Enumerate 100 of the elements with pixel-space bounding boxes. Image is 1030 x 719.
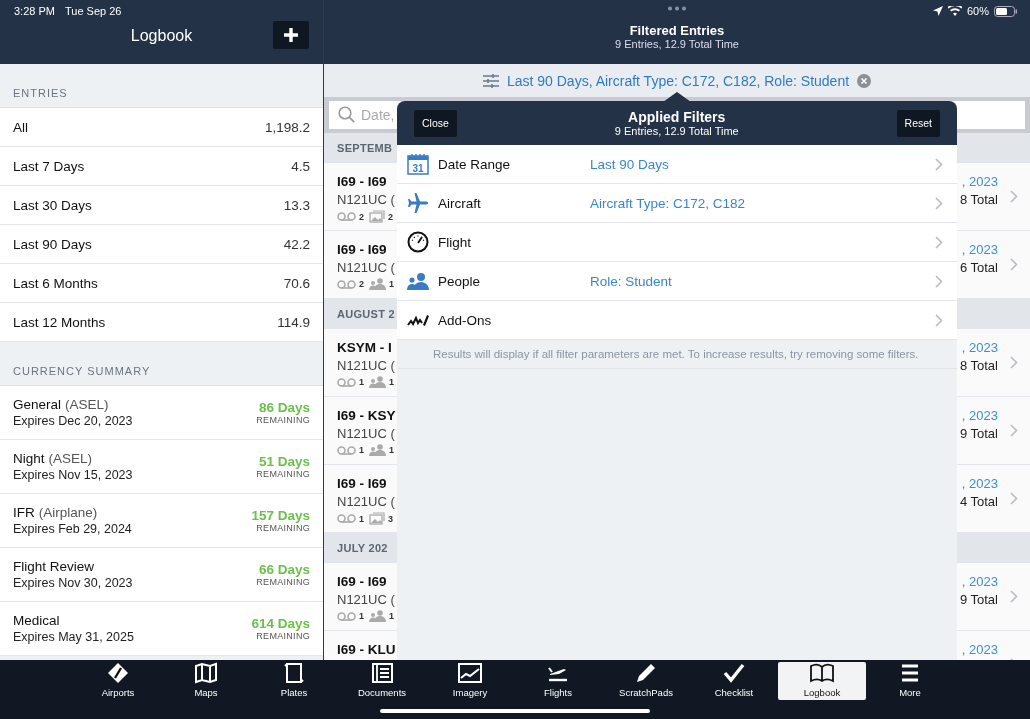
chevron-right-icon [1010, 424, 1018, 437]
days-remaining: 157 Days [251, 508, 310, 523]
chevron-right-icon [935, 235, 943, 249]
filter-row[interactable]: Add-Ons [397, 301, 957, 340]
clear-icon[interactable] [857, 73, 872, 88]
badge-count: 1 [359, 445, 364, 455]
tape-icon [337, 212, 356, 221]
remaining-label: REMAINING [256, 469, 310, 479]
entry-date: , 2023 [961, 174, 998, 189]
entries-row[interactable]: All 1,198.2 [0, 108, 323, 147]
currency-expiry: Expires May 31, 2025 [13, 630, 134, 644]
days-remaining: 66 Days [258, 562, 310, 577]
wifi-icon [947, 6, 962, 16]
entry-total: 9 Total [959, 426, 998, 441]
people-icon [369, 444, 386, 456]
filter-row[interactable]: Flight [397, 223, 957, 262]
entries-row[interactable]: Last 6 Months 70.6 [0, 264, 323, 303]
badge-count: 1 [389, 611, 395, 621]
multitask-dots-icon[interactable] [667, 5, 687, 11]
entries-row[interactable]: Last 7 Days 4.5 [0, 147, 323, 186]
tape-icon [337, 514, 356, 523]
map-icon [193, 662, 219, 684]
chevron-right-icon [935, 157, 943, 171]
entry-total: 8 Total [959, 192, 998, 207]
entry-date: , 2023 [961, 642, 998, 657]
gauge-icon [406, 231, 429, 253]
filter-sliders-icon[interactable] [482, 73, 499, 88]
route-text: I69 - I69 [337, 242, 388, 257]
chevron-right-icon [1010, 356, 1018, 369]
remaining-label: REMAINING [256, 415, 310, 425]
entries-row[interactable]: Last 30 Days 13.3 [0, 186, 323, 225]
tape-icon [337, 279, 356, 289]
tab-bar-item[interactable]: ScratchPads [602, 662, 690, 700]
tab-bar-item[interactable]: Logbook [778, 662, 866, 700]
sidebar-title: Logbook [130, 27, 193, 45]
month-heading: SEPTEMB [337, 142, 393, 154]
tab-bar-item[interactable]: Documents [338, 662, 426, 700]
route-text: I69 - KLU [337, 642, 397, 657]
reset-button[interactable]: Reset [896, 109, 940, 137]
currency-expiry: Expires Dec 20, 2023 [13, 414, 133, 428]
popover-subtitle: 9 Entries, 12.9 Total Time [614, 125, 739, 137]
remaining-label: REMAINING [256, 577, 310, 587]
document-icon [369, 662, 395, 684]
aircraft-text: N121UC ( [337, 358, 396, 373]
add-button[interactable] [273, 21, 309, 49]
chart-icon [457, 662, 483, 684]
days-remaining: 614 Days [251, 616, 310, 631]
close-button[interactable]: Close [414, 109, 457, 137]
entries-row[interactable]: Last 12 Months 114.9 [0, 303, 323, 342]
aircraft-text: N121UC ( [337, 192, 396, 207]
popover-title: Applied Filters [628, 109, 726, 125]
route-text: I69 - KSY [337, 408, 397, 423]
currency-name: IFR (Airplane) [13, 505, 99, 520]
tape-icon [337, 445, 356, 455]
badge-count: 1 [389, 445, 395, 455]
badge-count: 2 [359, 211, 364, 222]
badge-count: 3 [388, 513, 394, 524]
remaining-label: REMAINING [256, 523, 310, 533]
tab-bar-item[interactable]: Checklist [690, 662, 778, 700]
tab-bar-item[interactable]: Imagery [426, 662, 514, 700]
aircraft-text: N121UC ( [337, 260, 396, 275]
currency-expiry: Expires Nov 30, 2023 [13, 576, 133, 590]
section-heading: ENTRIES [13, 87, 68, 99]
badge-count: 1 [389, 377, 395, 387]
add-ons-icon [406, 313, 429, 327]
chevron-right-icon [1010, 258, 1018, 271]
badge-count: 2 [388, 211, 394, 222]
tab-bar-item[interactable]: Plates [250, 662, 338, 700]
search-icon [338, 106, 355, 123]
entry-date: , 2023 [961, 340, 998, 355]
month-heading: JULY 202 [337, 542, 388, 554]
badge-count: 1 [359, 611, 364, 621]
filter-row[interactable]: Aircraft Aircraft Type: C172, C182 [397, 184, 957, 223]
calendar-icon: 31 [406, 153, 429, 175]
chevron-right-icon [1010, 590, 1018, 603]
badge-count: 1 [359, 513, 364, 524]
aircraft-text: N121UC ( [337, 426, 396, 441]
tab-bar-item[interactable]: Maps [162, 662, 250, 700]
tab-bar-item[interactable]: Flights [514, 662, 602, 700]
filter-row[interactable]: People Role: Student [397, 262, 957, 301]
status-time: 3:28 PM [14, 5, 55, 17]
entries-row[interactable]: Last 90 Days 42.2 [0, 225, 323, 264]
main-title: Filtered Entries [629, 23, 725, 38]
status-date: Tue Sep 26 [64, 5, 122, 17]
route-text: I69 - I69 [337, 574, 388, 589]
book-icon [809, 662, 835, 684]
route-text: I69 - I69 [337, 476, 388, 491]
currency-name: Night (ASEL) [13, 451, 94, 466]
filter-row[interactable]: 31 Date Range Last 90 Days [397, 145, 957, 184]
checkmark-icon [721, 662, 747, 684]
entry-date: , 2023 [961, 242, 998, 257]
tab-bar-item[interactable]: More [866, 662, 954, 700]
section-heading: CURRENCY SUMMARY [13, 365, 151, 377]
plus-icon [283, 27, 299, 43]
tab-bar-item[interactable]: Airports [74, 662, 162, 700]
aircraft-text: N121UC ( [337, 592, 396, 607]
people-icon [406, 272, 429, 290]
route-text: I69 - I69 [337, 174, 388, 189]
people-icon [369, 376, 386, 388]
entry-date: , 2023 [961, 574, 998, 589]
